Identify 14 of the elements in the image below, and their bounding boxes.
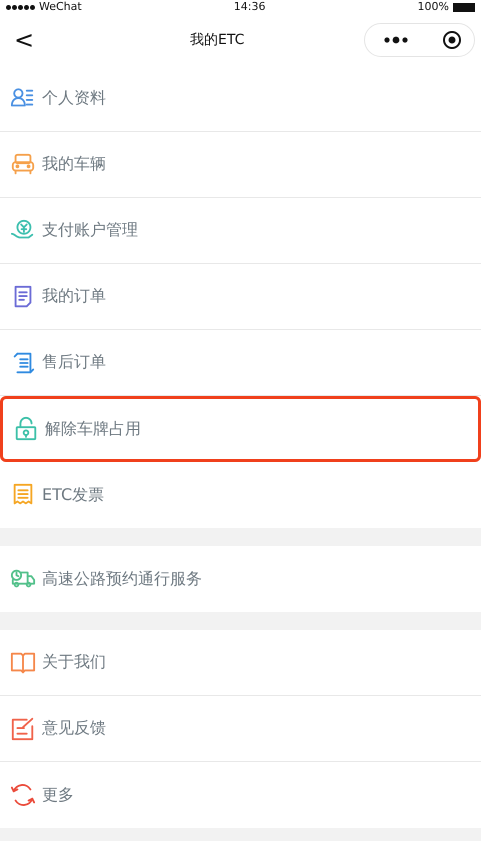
- status-time: 14:36: [234, 1, 266, 13]
- carrier-name: WeChat: [39, 1, 82, 13]
- capsule-menu[interactable]: [364, 23, 475, 57]
- unlocked-padlock-icon: [13, 416, 39, 442]
- menu-item[interactable]: 解除车牌占用: [0, 396, 481, 462]
- page-title: 我的ETC: [190, 31, 244, 49]
- signal-icon: [6, 4, 35, 10]
- battery-icon: [453, 2, 475, 12]
- back-button[interactable]: <: [8, 26, 40, 54]
- close-target-icon[interactable]: [442, 30, 462, 50]
- more-icon[interactable]: [383, 36, 409, 44]
- battery-percent: 100%: [418, 1, 449, 13]
- edit-note-icon: [10, 716, 36, 742]
- refresh-arrows-icon: [10, 782, 36, 808]
